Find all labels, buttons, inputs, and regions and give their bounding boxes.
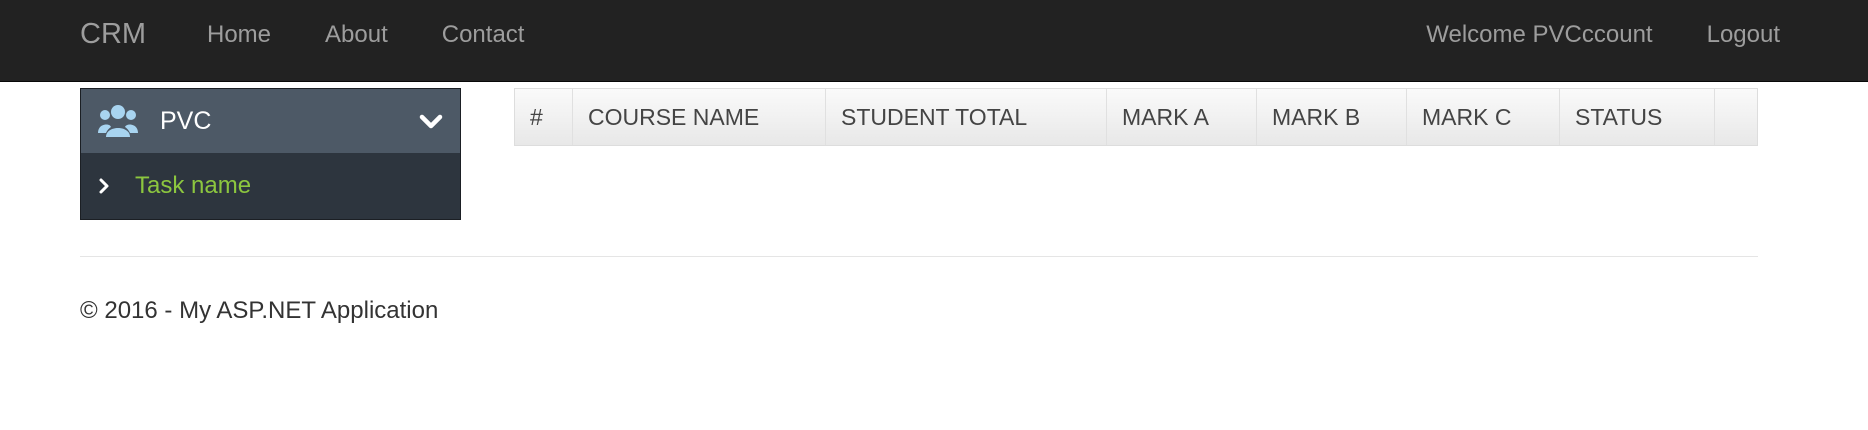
footer-copyright: © 2016 - My ASP.NET Application xyxy=(80,297,439,324)
nav-links: Home About Contact xyxy=(180,0,551,69)
course-grid-header: # COURSE NAME STUDENT TOTAL MARK A MARK … xyxy=(514,88,1758,146)
column-header-mark-b[interactable]: MARK B xyxy=(1257,89,1407,145)
brand-link[interactable]: CRM xyxy=(80,0,146,69)
welcome-user-link[interactable]: Welcome PVCccount xyxy=(1399,21,1679,49)
sidebar-item-task-name[interactable]: Task name xyxy=(81,153,460,219)
logout-link[interactable]: Logout xyxy=(1680,21,1780,49)
top-navbar: CRM Home About Contact Welcome PVCccount… xyxy=(0,0,1868,82)
column-header-number[interactable]: # xyxy=(515,89,573,145)
column-header-actions[interactable] xyxy=(1715,89,1757,145)
user-nav: Welcome PVCccount Logout xyxy=(1399,0,1780,69)
nav-link-contact[interactable]: Contact xyxy=(415,21,552,49)
chevron-right-icon xyxy=(99,178,109,194)
chevron-down-icon[interactable] xyxy=(418,109,444,135)
sidebar-group-title: PVC xyxy=(160,106,212,135)
sidebar-item-label: Task name xyxy=(135,172,252,199)
sidebar-group-header[interactable]: PVC xyxy=(81,89,460,153)
users-icon xyxy=(98,105,138,137)
column-header-course-name[interactable]: COURSE NAME xyxy=(573,89,826,145)
nav-link-about[interactable]: About xyxy=(298,21,415,49)
sidebar-panel: PVC Task name xyxy=(80,88,461,220)
column-header-student-total[interactable]: STUDENT TOTAL xyxy=(826,89,1107,145)
nav-link-home[interactable]: Home xyxy=(180,21,298,49)
column-header-mark-a[interactable]: MARK A xyxy=(1107,89,1257,145)
column-header-status[interactable]: STATUS xyxy=(1560,89,1715,145)
footer-divider xyxy=(80,256,1758,257)
column-header-mark-c[interactable]: MARK C xyxy=(1407,89,1560,145)
